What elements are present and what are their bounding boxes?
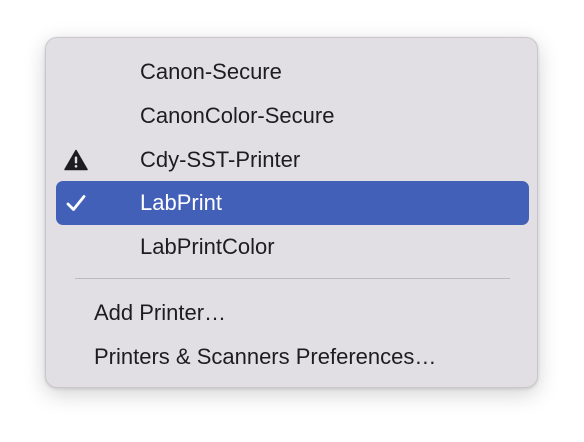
warning-triangle-icon — [64, 138, 88, 182]
menu-item-canon-secure[interactable]: Canon-Secure — [56, 50, 529, 94]
add-printer-menu-item[interactable]: Add Printer… — [56, 291, 529, 335]
menu-item-label: Canon-Secure — [140, 59, 282, 84]
menu-separator — [75, 278, 510, 279]
printers-scanners-preferences-menu-item[interactable]: Printers & Scanners Preferences… — [56, 335, 529, 379]
menu-item-label: LabPrint — [140, 190, 222, 215]
menu-item-label: Cdy-SST-Printer — [140, 147, 301, 172]
menu-item-labprintcolor[interactable]: LabPrintColor — [56, 225, 529, 269]
menu-item-label: Printers & Scanners Preferences… — [94, 344, 437, 369]
checkmark-icon — [64, 181, 88, 225]
menu-item-labprint[interactable]: LabPrint — [56, 181, 529, 225]
menu-item-label: Add Printer… — [94, 300, 227, 325]
menu-item-label: CanonColor-Secure — [140, 103, 335, 128]
menu-item-canoncolor-secure[interactable]: CanonColor-Secure — [56, 94, 529, 138]
menu-item-cdy-sst-printer[interactable]: Cdy-SST-Printer — [56, 138, 529, 182]
menu-item-label: LabPrintColor — [140, 234, 275, 259]
printer-dropdown-menu: Canon-Secure CanonColor-Secure Cdy-SST-P… — [45, 37, 538, 388]
